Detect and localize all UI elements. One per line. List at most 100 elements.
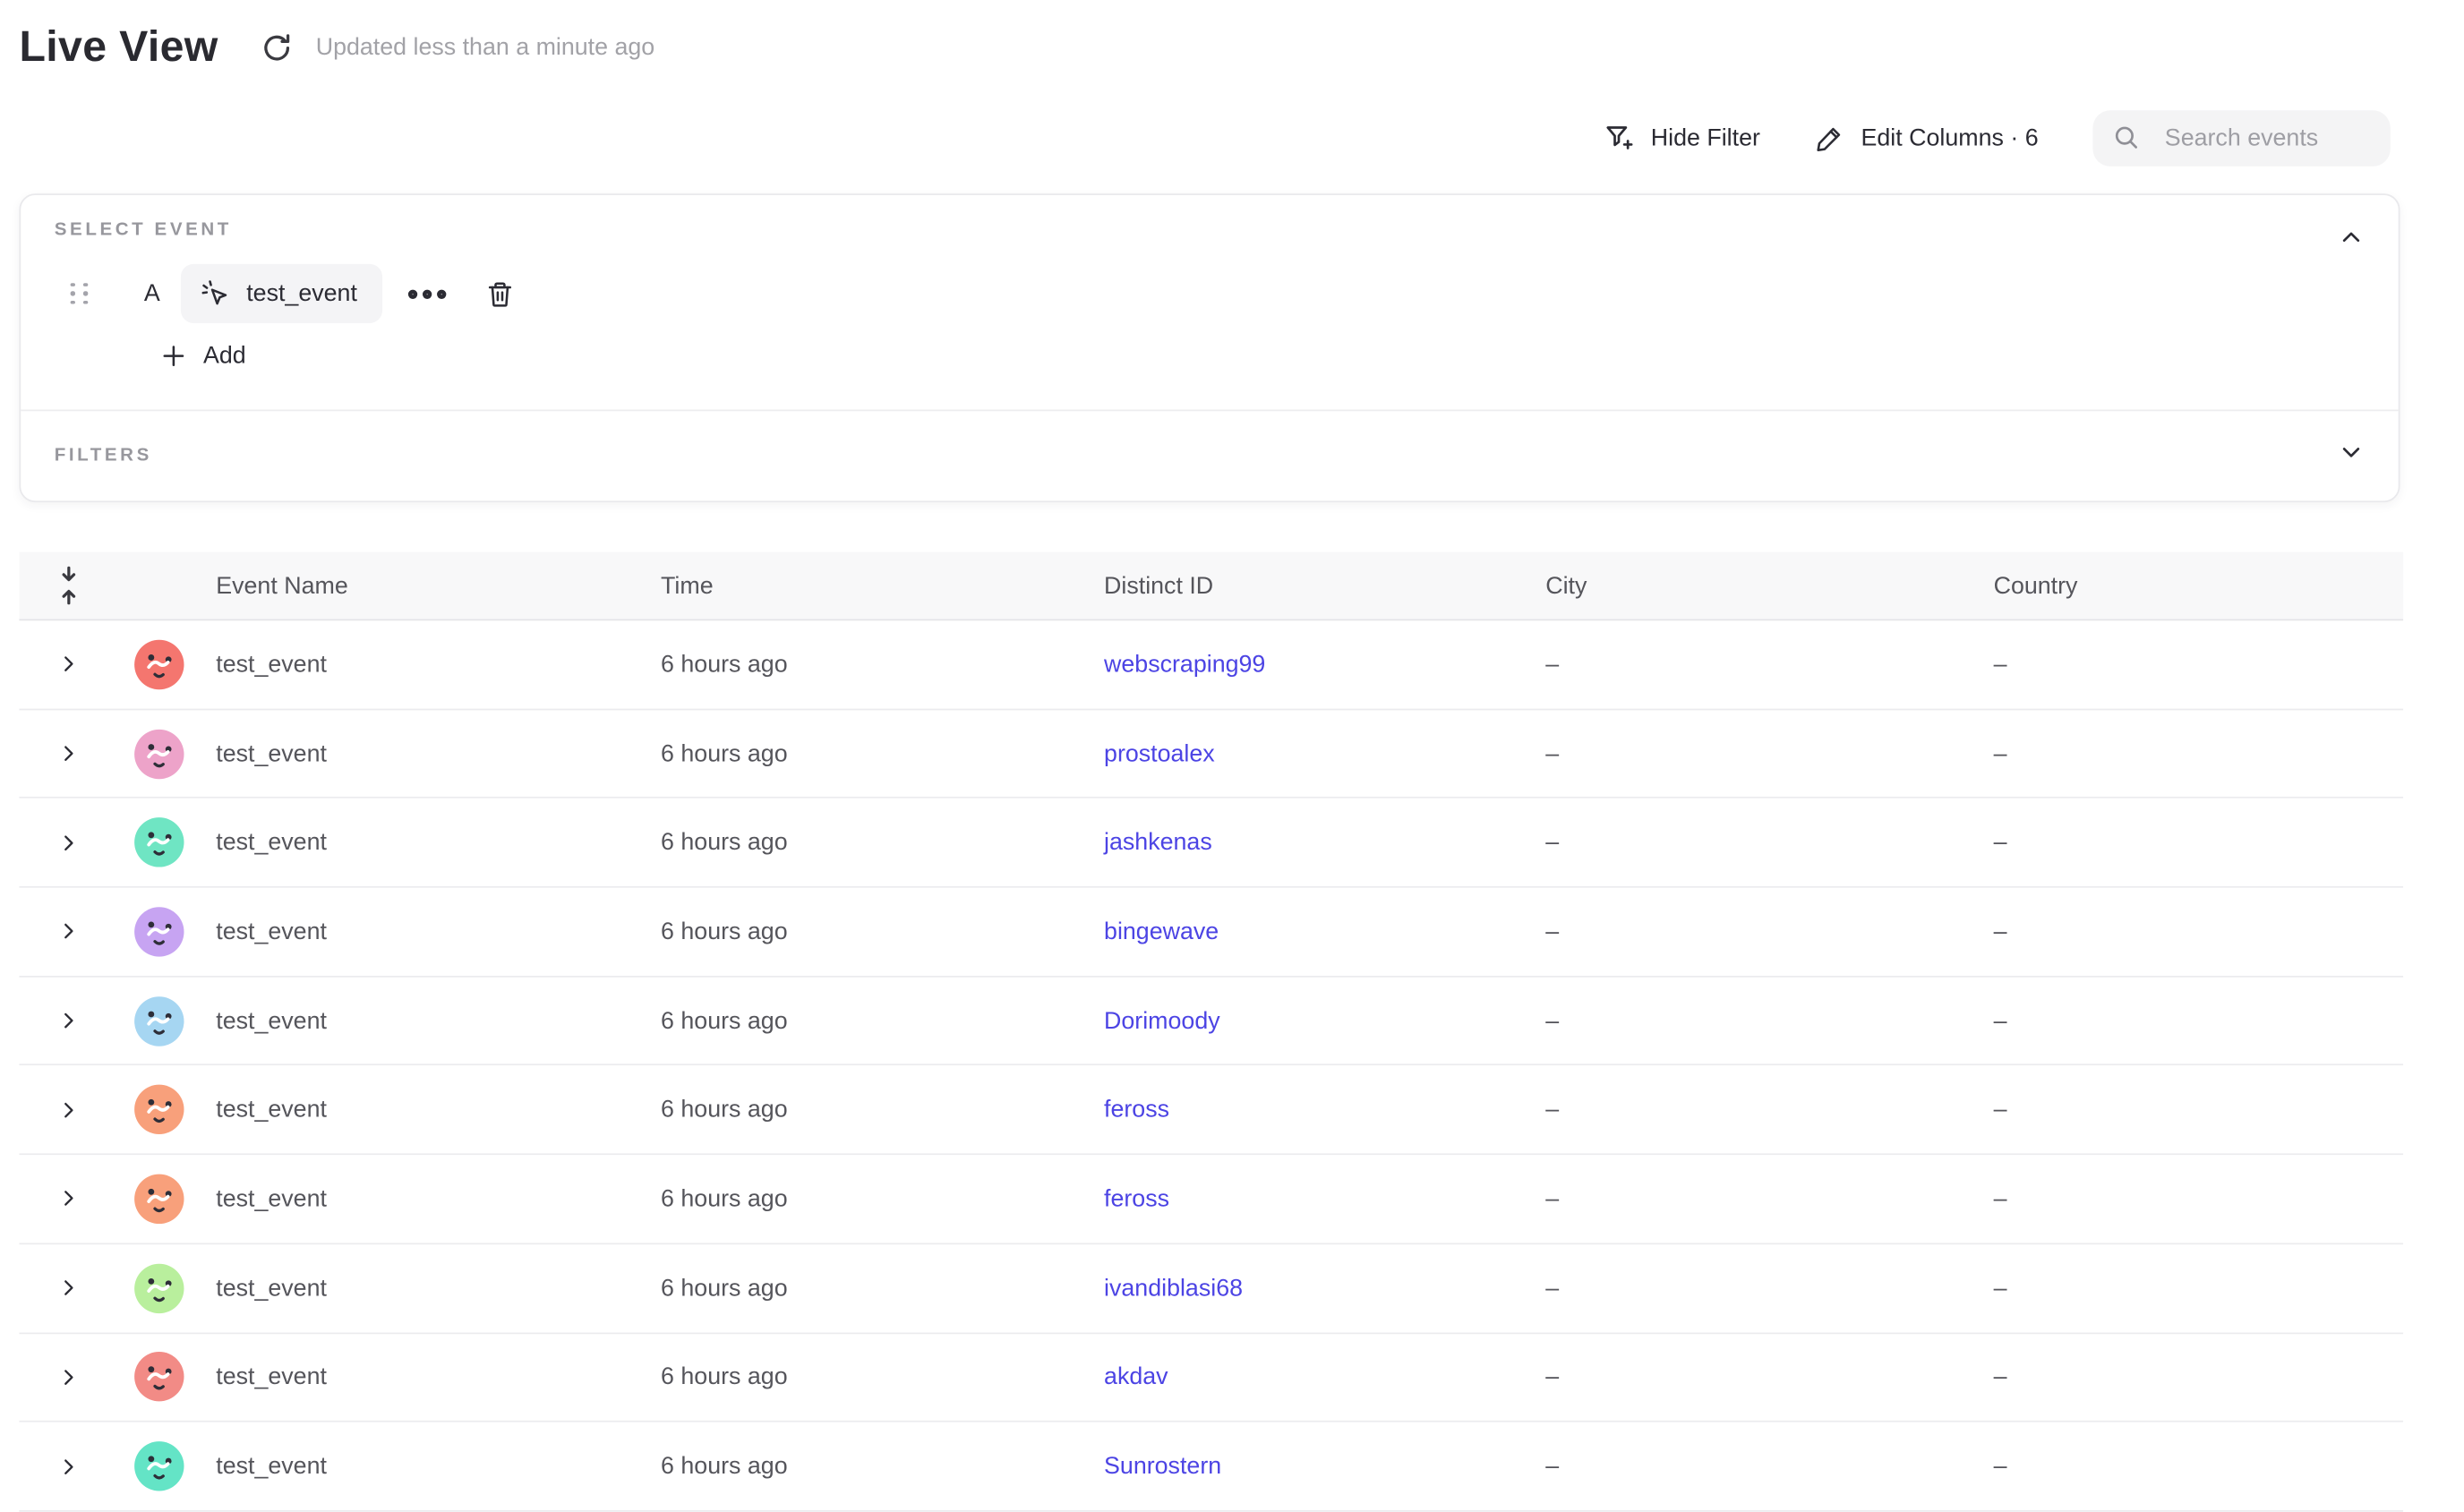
filters-section[interactable]: FILTERS xyxy=(21,411,2398,500)
chevron-down-icon[interactable] xyxy=(2340,440,2364,472)
event-name-cell: test_event xyxy=(216,1453,327,1480)
distinct-id-link[interactable]: Sunrostern xyxy=(1104,1453,1221,1480)
table-row: test_event 6 hours ago feross – – xyxy=(19,1066,2403,1156)
doodle-face-icon xyxy=(133,1353,183,1402)
time-cell: 6 hours ago xyxy=(661,1185,788,1212)
edit-columns-label: Edit Columns · 6 xyxy=(1861,124,2039,150)
event-query-row: A test_event xyxy=(55,264,2365,323)
event-name-cell: test_event xyxy=(216,918,327,945)
events-table: Event Name Time Distinct ID City Country xyxy=(19,552,2403,1512)
city-cell: – xyxy=(1545,1453,1559,1480)
time-cell: 6 hours ago xyxy=(661,740,788,767)
doodle-face-icon xyxy=(133,907,183,956)
doodle-face-icon xyxy=(133,1263,183,1312)
event-selector-pill[interactable]: test_event xyxy=(181,264,383,323)
avatar[interactable] xyxy=(133,818,183,867)
distinct-id-link[interactable]: feross xyxy=(1104,1185,1169,1212)
avatar[interactable] xyxy=(133,1353,183,1402)
column-header-city[interactable]: City xyxy=(1545,572,1587,599)
distinct-id-link[interactable]: akdav xyxy=(1104,1363,1168,1390)
column-header-event-name[interactable]: Event Name xyxy=(216,572,348,599)
avatar[interactable] xyxy=(133,907,183,956)
city-cell: – xyxy=(1545,740,1559,767)
city-cell: – xyxy=(1545,1363,1559,1390)
query-builder-card: SELECT EVENT A test_event xyxy=(19,193,2400,502)
row-expand-chevron-icon[interactable] xyxy=(59,920,78,943)
table-row: test_event 6 hours ago webscraping99 – – xyxy=(19,620,2403,710)
row-expand-chevron-icon[interactable] xyxy=(59,1188,78,1210)
avatar[interactable] xyxy=(133,1085,183,1134)
hide-filter-label: Hide Filter xyxy=(1651,124,1760,150)
table-header: Event Name Time Distinct ID City Country xyxy=(19,552,2403,621)
table-row: test_event 6 hours ago jashkenas – – xyxy=(19,799,2403,888)
column-header-distinct-id[interactable]: Distinct ID xyxy=(1104,572,1213,599)
search-events-box[interactable] xyxy=(2092,109,2390,166)
time-cell: 6 hours ago xyxy=(661,1453,788,1480)
city-cell: – xyxy=(1545,1097,1559,1123)
add-event-button[interactable]: Add xyxy=(160,342,2365,369)
doodle-face-icon xyxy=(133,729,183,778)
time-cell: 6 hours ago xyxy=(661,1007,788,1034)
event-name-cell: test_event xyxy=(216,829,327,856)
edit-columns-button[interactable]: Edit Columns · 6 xyxy=(1815,123,2039,153)
add-label: Add xyxy=(203,342,246,369)
distinct-id-link[interactable]: webscraping99 xyxy=(1104,651,1265,678)
column-header-country[interactable]: Country xyxy=(1994,572,2078,599)
pencil-icon xyxy=(1815,123,1845,153)
distinct-id-link[interactable]: ivandiblasi68 xyxy=(1104,1275,1243,1302)
avatar[interactable] xyxy=(133,729,183,778)
avatar[interactable] xyxy=(133,996,183,1046)
refresh-button[interactable] xyxy=(260,30,295,64)
updated-status: Updated less than a minute ago xyxy=(316,34,655,61)
row-expand-chevron-icon[interactable] xyxy=(59,1455,78,1477)
row-expand-chevron-icon[interactable] xyxy=(59,1010,78,1032)
country-cell: – xyxy=(1994,651,2007,678)
collapse-rows-icon[interactable] xyxy=(56,565,82,606)
drag-handle[interactable] xyxy=(71,283,90,305)
delete-event-button[interactable] xyxy=(485,278,516,310)
city-cell: – xyxy=(1545,1007,1559,1034)
ellipsis-icon xyxy=(406,286,448,302)
country-cell: – xyxy=(1994,1453,2007,1480)
distinct-id-link[interactable]: prostoalex xyxy=(1104,740,1215,767)
avatar[interactable] xyxy=(133,640,183,689)
country-cell: – xyxy=(1994,1097,2007,1123)
chevron-up-icon[interactable] xyxy=(2340,226,2364,258)
distinct-id-link[interactable]: feross xyxy=(1104,1097,1169,1123)
table-row: test_event 6 hours ago feross – – xyxy=(19,1155,2403,1244)
event-name-cell: test_event xyxy=(216,1185,327,1212)
country-cell: – xyxy=(1994,740,2007,767)
toolbar: Hide Filter Edit Columns · 6 xyxy=(1603,109,2391,167)
page-header: Live View Updated less than a minute ago xyxy=(19,22,654,72)
row-expand-chevron-icon[interactable] xyxy=(59,742,78,765)
row-expand-chevron-icon[interactable] xyxy=(59,1366,78,1388)
table-row: test_event 6 hours ago ivandiblasi68 – – xyxy=(19,1244,2403,1334)
row-expand-chevron-icon[interactable] xyxy=(59,832,78,854)
row-expand-chevron-icon[interactable] xyxy=(59,1277,78,1299)
country-cell: – xyxy=(1994,1007,2007,1034)
country-cell: – xyxy=(1994,918,2007,945)
country-cell: – xyxy=(1994,829,2007,856)
row-expand-chevron-icon[interactable] xyxy=(59,653,78,676)
time-cell: 6 hours ago xyxy=(661,918,788,945)
plus-icon xyxy=(160,342,187,369)
row-expand-chevron-icon[interactable] xyxy=(59,1098,78,1121)
distinct-id-link[interactable]: bingewave xyxy=(1104,918,1219,945)
hide-filter-button[interactable]: Hide Filter xyxy=(1603,122,1760,154)
table-row: test_event 6 hours ago Dorimoody – – xyxy=(19,977,2403,1066)
event-options-button[interactable] xyxy=(406,286,448,302)
time-cell: 6 hours ago xyxy=(661,1363,788,1390)
city-cell: – xyxy=(1545,918,1559,945)
event-name-cell: test_event xyxy=(216,1363,327,1390)
search-events-input[interactable] xyxy=(2161,123,2344,153)
live-view-page: Live View Updated less than a minute ago… xyxy=(0,0,2464,1480)
avatar[interactable] xyxy=(133,1441,183,1491)
avatar[interactable] xyxy=(133,1263,183,1312)
search-icon xyxy=(2112,124,2141,152)
distinct-id-link[interactable]: jashkenas xyxy=(1104,829,1212,856)
avatar[interactable] xyxy=(133,1175,183,1224)
refresh-icon xyxy=(260,30,295,64)
event-name-cell: test_event xyxy=(216,1097,327,1123)
column-header-time[interactable]: Time xyxy=(661,572,714,599)
distinct-id-link[interactable]: Dorimoody xyxy=(1104,1007,1220,1034)
